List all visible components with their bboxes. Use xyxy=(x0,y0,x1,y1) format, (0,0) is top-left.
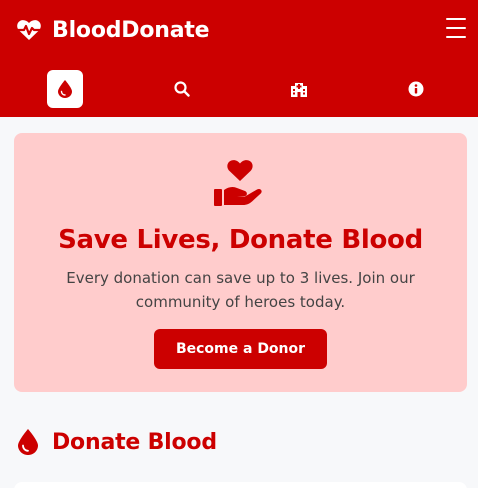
brand-name: BloodDonate xyxy=(52,17,210,43)
become-donor-button[interactable]: Become a Donor xyxy=(154,329,327,369)
nav-item-donate[interactable] xyxy=(47,70,83,108)
main-nav xyxy=(0,70,478,108)
app-header: BloodDonate xyxy=(0,0,478,117)
hand-holding-heart-icon xyxy=(212,155,270,207)
section-header-donate: Donate Blood xyxy=(18,426,217,458)
nav-item-info[interactable] xyxy=(398,70,434,108)
blood-drop-icon xyxy=(18,429,38,455)
search-icon xyxy=(174,81,190,97)
donate-card xyxy=(14,482,467,488)
blood-drop-icon xyxy=(58,80,72,98)
section-title: Donate Blood xyxy=(52,429,217,455)
hero-banner: Save Lives, Donate Blood Every donation … xyxy=(14,133,467,392)
nav-item-search[interactable] xyxy=(164,70,200,108)
hamburger-icon[interactable] xyxy=(446,18,466,38)
info-icon xyxy=(408,81,424,97)
hero-description: Every donation can save up to 3 lives. J… xyxy=(66,269,415,311)
heart-pulse-icon xyxy=(16,19,42,41)
hero-title: Save Lives, Donate Blood xyxy=(58,225,423,255)
brand[interactable]: BloodDonate xyxy=(16,14,210,46)
nav-item-hospitals[interactable] xyxy=(281,70,317,108)
hospital-icon xyxy=(290,81,308,97)
